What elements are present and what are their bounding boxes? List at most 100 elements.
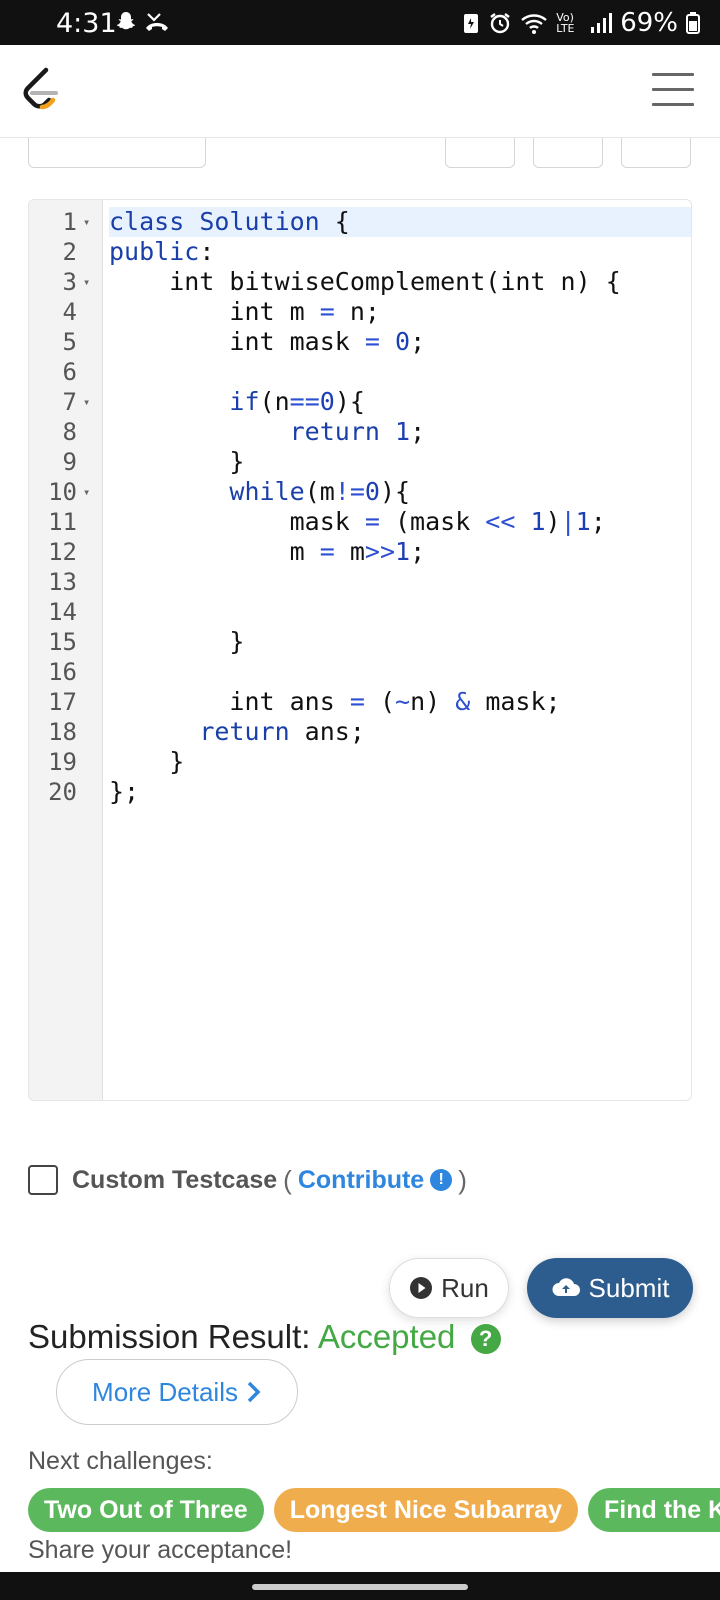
cloud-upload-icon	[552, 1278, 580, 1296]
close-paren: )	[458, 1164, 467, 1195]
line-number: 12	[48, 538, 77, 566]
code-line[interactable]: 1 ▾ class Solution {	[29, 207, 691, 237]
signal-icon	[591, 13, 613, 33]
battery-percent: 69%	[620, 8, 678, 38]
code-line[interactable]: 9 }	[29, 447, 691, 477]
code-text: public:	[109, 237, 215, 266]
next-challenges-label: Next challenges:	[28, 1447, 213, 1475]
code-line[interactable]: 20};	[29, 777, 691, 807]
code-line[interactable]: 15 }	[29, 627, 691, 657]
line-number: 16	[48, 658, 77, 686]
code-text: }	[109, 447, 245, 476]
code-line[interactable]: 6	[29, 357, 691, 387]
challenge-chip[interactable]: Longest Nice Subarray	[273, 1488, 578, 1532]
fold-arrow-icon[interactable]: ▾	[83, 477, 90, 507]
line-number: 4	[62, 298, 77, 326]
line-number: 5	[62, 328, 77, 356]
more-details-button[interactable]: More Details	[56, 1359, 298, 1425]
code-line[interactable]: 17 int ans = (~n) & mask;	[29, 687, 691, 717]
fold-arrow-icon[interactable]: ▾	[83, 387, 90, 417]
code-line[interactable]: 18 return ans;	[29, 717, 691, 747]
status-icons: Vo) LTE 69%	[462, 8, 700, 38]
code-text: }	[109, 627, 245, 656]
run-label: Run	[441, 1272, 489, 1303]
battery-saver-icon	[464, 14, 479, 33]
code-line[interactable]: 7 ▾ if(n==0){	[29, 387, 691, 417]
line-number: 1	[62, 208, 77, 236]
line-number: 10	[48, 478, 77, 506]
custom-testcase-label: Custom Testcase	[72, 1165, 278, 1194]
challenge-chip[interactable]: Find the K-	[588, 1488, 720, 1532]
code-text: if(n==0){	[229, 387, 365, 416]
play-circle-icon	[410, 1277, 433, 1299]
next-challenges-list: Two Out of Three Longest Nice Subarray F…	[28, 1488, 720, 1532]
code-line[interactable]: 8 return 1;	[29, 417, 691, 447]
line-number: 17	[48, 688, 77, 716]
code-line[interactable]: 14	[29, 597, 691, 627]
submit-label: Submit	[588, 1272, 670, 1303]
notification-icons	[114, 10, 170, 34]
code-text: mask = (mask << 1)|1;	[109, 507, 606, 536]
fold-arrow-icon[interactable]: ▾	[83, 207, 90, 237]
hamburger-menu-icon[interactable]	[652, 73, 694, 109]
code-text: int bitwiseComplement(int n) {	[109, 267, 621, 296]
question-icon[interactable]: ?	[470, 1324, 501, 1355]
code-line[interactable]: 10 ▾ while(m!=0){	[29, 477, 691, 507]
network-type: Vo) LTE	[556, 11, 575, 35]
line-number: 14	[48, 598, 77, 626]
open-paren: (	[283, 1164, 292, 1195]
line-number: 2	[62, 238, 77, 266]
code-line[interactable]: 16	[29, 657, 691, 687]
home-gesture-handle[interactable]	[252, 1584, 468, 1590]
battery-icon	[686, 12, 700, 34]
submission-result: Submission Result: Accepted ?	[28, 1318, 501, 1356]
snapchat-icon	[117, 12, 135, 30]
code-text: }	[109, 747, 185, 776]
more-details-label: More Details	[92, 1376, 238, 1407]
code-line[interactable]: 11 mask = (mask << 1)|1;	[29, 507, 691, 537]
code-line[interactable]: 3 ▾ int bitwiseComplement(int n) {	[29, 267, 691, 297]
code-line[interactable]: 2 public:	[29, 237, 691, 267]
code-text: return 1;	[289, 417, 426, 446]
code-text: class Solution {	[109, 207, 691, 237]
line-number: 18	[48, 718, 77, 746]
line-number: 8	[62, 418, 77, 446]
line-number: 19	[48, 748, 77, 776]
line-number: 3	[62, 268, 77, 296]
code-line[interactable]: 19 }	[29, 747, 691, 777]
code-line[interactable]: 13	[29, 567, 691, 597]
line-number: 20	[48, 778, 77, 806]
submit-button[interactable]: Submit	[527, 1258, 693, 1318]
line-number: 13	[48, 568, 77, 596]
code-text: return ans;	[199, 717, 365, 746]
line-number: 15	[48, 628, 77, 656]
editor-toolbar	[0, 118, 720, 172]
challenge-chip[interactable]: Two Out of Three	[28, 1488, 264, 1532]
submission-result-label: Submission Result:	[28, 1318, 311, 1355]
top-navbar	[0, 45, 720, 138]
alarm-icon	[490, 13, 510, 34]
submission-status: Accepted	[317, 1318, 456, 1355]
code-line[interactable]: 4 int m = n;	[29, 297, 691, 327]
run-button[interactable]: Run	[389, 1258, 509, 1318]
line-number: 9	[62, 448, 77, 476]
code-text: while(m!=0){	[229, 477, 411, 506]
wifi-icon	[521, 14, 547, 34]
missed-call-icon	[146, 13, 168, 31]
code-line[interactable]: 12 m = m>>1;	[29, 537, 691, 567]
code-lines: 1 ▾ class Solution {2 public: 3 ▾ int bitwise…	[29, 207, 691, 807]
code-text: };	[109, 777, 140, 806]
fold-arrow-icon[interactable]: ▾	[83, 267, 90, 297]
line-number: 7	[62, 388, 77, 416]
code-editor[interactable]: 1 ▾ class Solution {2 public: 3 ▾ int bitwise…	[28, 199, 692, 1101]
contribute-link[interactable]: Contribute	[298, 1166, 424, 1195]
code-text: int ans = (~n) & mask;	[109, 687, 561, 716]
chevron-right-icon	[247, 1381, 261, 1403]
share-acceptance-text: Share your acceptance!	[28, 1536, 293, 1564]
code-text: int m = n;	[109, 297, 380, 326]
custom-testcase: Custom Testcase ( Contribute ! )	[28, 1160, 473, 1200]
code-line[interactable]: 5 int mask = 0;	[29, 327, 691, 357]
leetcode-logo-icon[interactable]	[22, 67, 60, 116]
info-icon[interactable]: !	[430, 1169, 453, 1191]
custom-testcase-checkbox[interactable]	[28, 1165, 58, 1195]
